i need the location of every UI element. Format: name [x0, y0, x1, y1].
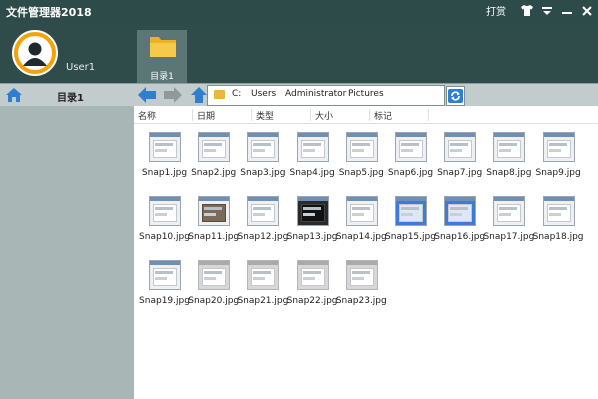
image-thumbnail-icon — [493, 196, 526, 226]
file-item[interactable]: Snap19.jpg — [139, 256, 190, 316]
image-thumbnail-icon — [296, 260, 329, 290]
image-thumbnail-icon — [247, 196, 280, 226]
image-thumbnail-icon — [345, 260, 378, 290]
file-item[interactable]: Snap13.jpg — [287, 192, 338, 252]
crumb-pictures[interactable]: Pictures — [348, 89, 384, 99]
menu-icon[interactable] — [540, 4, 554, 18]
folder-icon — [149, 34, 177, 58]
file-item[interactable]: Snap16.jpg — [434, 192, 485, 252]
crumb-users[interactable]: Users — [251, 89, 276, 99]
file-item[interactable]: Snap7.jpg — [435, 128, 484, 188]
file-item[interactable]: Snap14.jpg — [336, 192, 387, 252]
file-item[interactable]: Snap8.jpg — [484, 128, 533, 188]
file-item[interactable]: Snap4.jpg — [288, 128, 337, 188]
refresh-icon[interactable] — [446, 86, 465, 106]
image-thumbnail-icon — [296, 132, 329, 162]
user-name: User1 — [66, 62, 96, 73]
image-thumbnail-icon — [149, 196, 181, 226]
shirt-icon[interactable] — [520, 4, 534, 18]
title-bar: 文件管理器2018 打赏 — [0, 0, 598, 22]
file-item[interactable]: Snap3.jpg — [238, 128, 287, 188]
file-item[interactable]: Snap15.jpg — [385, 192, 436, 252]
file-name: Snap23.jpg — [335, 296, 387, 306]
file-name: Snap9.jpg — [535, 168, 581, 178]
donate-link[interactable]: 打赏 — [486, 3, 506, 18]
image-thumbnail-icon — [149, 260, 181, 290]
image-thumbnail-icon — [345, 196, 378, 226]
image-thumbnail-icon — [247, 132, 280, 162]
sidebar-title: 目录1 — [57, 93, 84, 104]
column-headers: 名称 日期 类型 大小 标记 — [134, 106, 598, 124]
tab-directory-1[interactable]: 目录1 — [137, 30, 187, 83]
sidebar-header: 目录1 — [0, 84, 134, 106]
file-item[interactable]: Snap5.jpg — [337, 128, 386, 188]
file-item[interactable]: Snap12.jpg — [237, 192, 288, 252]
image-thumbnail-icon — [345, 132, 378, 162]
column-date[interactable]: 日期 — [197, 109, 252, 122]
image-thumbnail-icon — [493, 132, 526, 162]
file-item[interactable]: Snap20.jpg — [188, 256, 239, 316]
home-icon[interactable] — [5, 87, 23, 103]
file-item[interactable]: Snap18.jpg — [533, 192, 584, 252]
column-size[interactable]: 大小 — [315, 109, 370, 122]
address-bar[interactable]: C: Users Administrator Pictures — [207, 85, 445, 106]
file-item[interactable]: Snap21.jpg — [237, 256, 288, 316]
image-thumbnail-icon — [198, 132, 231, 162]
file-item[interactable]: Snap10.jpg — [139, 192, 190, 252]
forward-arrow-icon[interactable] — [163, 86, 183, 104]
file-item[interactable]: Snap22.jpg — [287, 256, 338, 316]
folder-icon — [214, 90, 225, 99]
sidebar: 目录1 — [0, 84, 134, 399]
file-item[interactable]: Snap17.jpg — [483, 192, 534, 252]
image-thumbnail-icon — [542, 132, 575, 162]
user-avatar-icon[interactable] — [12, 30, 58, 76]
header: User1 目录1 — [0, 22, 598, 83]
image-thumbnail-icon — [296, 196, 329, 226]
file-item[interactable]: Snap2.jpg — [189, 128, 238, 188]
image-thumbnail-icon — [198, 260, 231, 290]
app-title: 文件管理器2018 — [6, 6, 92, 19]
image-thumbnail-icon — [247, 260, 280, 290]
minimize-icon[interactable] — [560, 4, 574, 18]
crumb-administrator[interactable]: Administrator — [285, 89, 346, 99]
image-thumbnail-icon — [149, 132, 181, 162]
file-name: Snap18.jpg — [532, 232, 584, 242]
crumb-drive[interactable]: C: — [232, 89, 241, 99]
up-arrow-icon[interactable] — [189, 86, 209, 104]
file-item[interactable]: Snap6.jpg — [386, 128, 435, 188]
image-thumbnail-icon — [444, 132, 477, 162]
file-item[interactable]: Snap1.jpg — [140, 128, 189, 188]
image-thumbnail-icon — [198, 196, 231, 226]
titlebar-controls: 打赏 — [486, 3, 594, 18]
image-thumbnail-icon — [444, 196, 477, 226]
column-name[interactable]: 名称 — [138, 109, 193, 122]
image-thumbnail-icon — [395, 132, 427, 162]
column-tag[interactable]: 标记 — [374, 109, 429, 122]
file-item[interactable]: Snap9.jpg — [534, 128, 583, 188]
file-item[interactable]: Snap11.jpg — [188, 192, 239, 252]
tab-label: 目录1 — [150, 72, 174, 82]
column-type[interactable]: 类型 — [256, 109, 311, 122]
image-thumbnail-icon — [542, 196, 575, 226]
file-item[interactable]: Snap23.jpg — [336, 256, 387, 316]
file-grid: Snap1.jpg Snap2.jpg Snap3.jpg Snap4.jpg Snap… — [134, 124, 598, 399]
image-thumbnail-icon — [395, 196, 427, 226]
back-arrow-icon[interactable] — [137, 86, 157, 104]
close-icon[interactable] — [580, 4, 594, 18]
